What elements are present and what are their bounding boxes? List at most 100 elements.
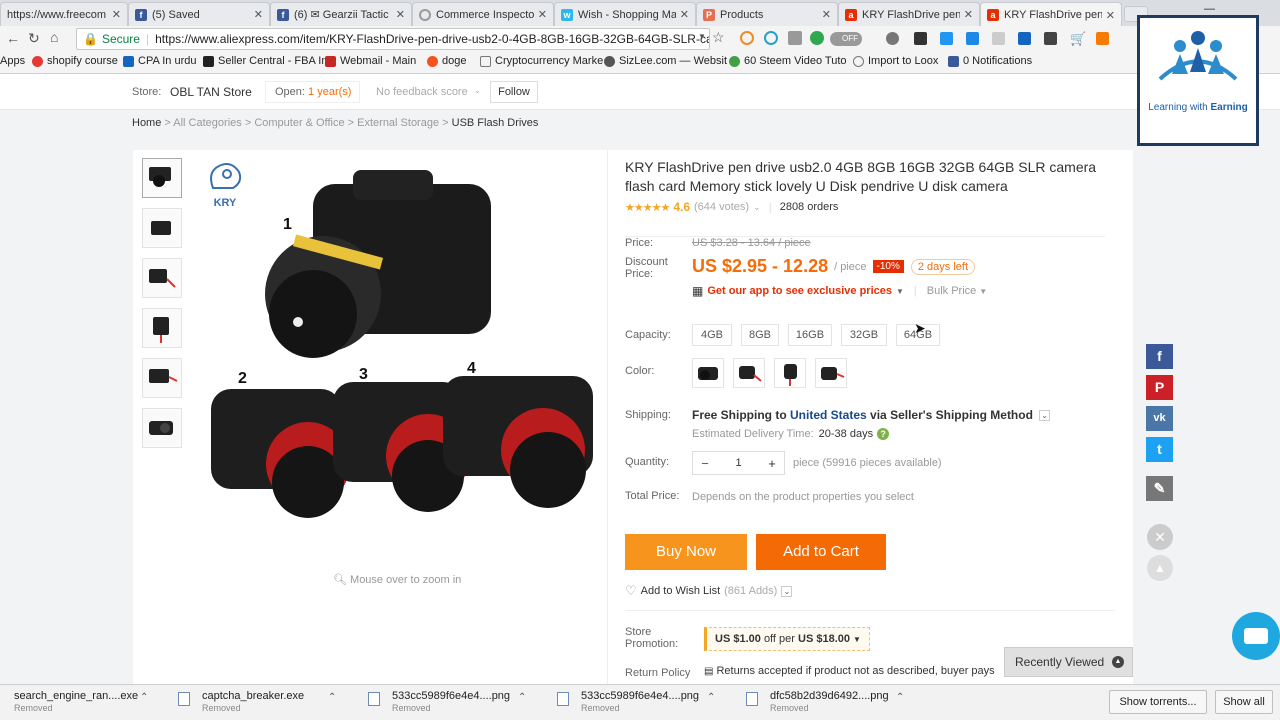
chevron-up-icon[interactable]: ⌃ [140,692,148,703]
buy-now-button[interactable]: Buy Now [625,534,747,570]
bookmark-item[interactable]: shopify course [32,55,118,67]
star-icon[interactable]: ☆ [712,29,725,46]
download-item[interactable]: 533cc5989f6e4e4....png Removed ⌃ [557,689,735,717]
thumbnail[interactable] [142,258,182,298]
thumbnail[interactable] [142,308,182,348]
browser-tab[interactable]: P Products ✕ [696,2,838,26]
vk-share-icon[interactable]: vk [1146,406,1173,431]
download-item[interactable]: 533cc5989f6e4e4....png Removed ⌃ [368,689,546,717]
browser-tab[interactable]: f (5) Saved ✕ [128,2,270,26]
browser-tab[interactable]: w Wish - Shopping Ma ✕ [554,2,696,26]
close-tab-icon[interactable]: ✕ [254,8,263,21]
breadcrumb-item[interactable]: All Categories [173,117,241,129]
bookmark-item[interactable]: doge [427,55,466,67]
browser-tab[interactable]: https://www.freecom ✕ [0,2,128,26]
thumbnail[interactable] [142,408,182,448]
show-all-button[interactable]: Show all [1215,690,1273,714]
bulk-price-link[interactable]: Bulk Price [927,285,977,297]
scroll-top-icon[interactable]: ▲ [1147,555,1173,581]
help-icon[interactable]: ? [877,428,890,440]
store-name[interactable]: OBL TAN Store [170,85,252,99]
shipping-country[interactable]: United States [790,408,867,422]
increment-button[interactable]: + [760,456,784,471]
minimize-icon[interactable]: — [1204,3,1215,15]
thumbnail[interactable] [142,158,182,198]
add-to-wishlist-link[interactable]: Add to Wish List [641,585,720,597]
votes-count[interactable]: (644 votes) [694,201,749,213]
close-tab-icon[interactable]: ✕ [112,8,121,21]
download-item[interactable]: captcha_breaker.exe Removed ⌃ [178,689,356,717]
twitter-share-icon[interactable]: t [1146,437,1173,462]
app-promo-link[interactable]: Get our app to see exclusive prices [707,285,892,297]
back-icon[interactable]: ← [6,30,20,46]
show-torrents-button[interactable]: Show torrents... [1109,690,1207,714]
quantity-input[interactable]: 1 [717,457,760,469]
bookmark-item[interactable]: 0 Notifications [948,55,1032,67]
breadcrumb-home[interactable]: Home [132,117,161,129]
power-icon[interactable] [810,31,824,45]
headset-icon[interactable] [764,31,778,45]
bookmark-item[interactable]: Import to Loox [853,55,938,67]
follow-button[interactable]: Follow [490,81,538,103]
close-tab-icon[interactable]: ✕ [964,8,973,21]
close-tab-icon[interactable]: ✕ [396,8,405,21]
cart-icon[interactable]: 🛒 [1070,32,1086,45]
extension-icon[interactable] [740,31,754,45]
decrement-button[interactable]: − [693,456,717,471]
chevron-down-icon[interactable]: ⌄ [781,585,793,597]
capacity-option-16gb[interactable]: 16GB [788,324,832,346]
capacity-option-32gb[interactable]: 32GB [841,324,887,346]
store-promotion-badge[interactable]: US $1.00 off per US $18.00 ▼ [704,627,870,651]
close-tab-icon[interactable]: ✕ [538,8,547,21]
bookmark-item[interactable]: 60 Steem Video Tuto [729,55,847,67]
capacity-option-8gb[interactable]: 8GB [741,324,779,346]
bookmark-item[interactable]: CPA In urdu [123,55,197,67]
breadcrumb-current[interactable]: USB Flash Drives [452,117,539,129]
extension-icon[interactable] [966,32,979,45]
extension-icon[interactable] [1096,32,1109,45]
bookmark-item[interactable]: Seller Central - FBA In [203,55,327,67]
extension-icon[interactable] [886,32,899,45]
recently-viewed-tab[interactable]: Recently Viewed ▲ [1004,647,1133,677]
chevron-down-icon[interactable]: ⌄ [1038,409,1050,421]
extension-icon[interactable] [914,32,927,45]
close-icon[interactable]: ✕ [1147,524,1173,550]
color-swatch[interactable] [692,358,724,388]
browser-tab[interactable]: f (6) ✉ Gearzii Tactic ✕ [270,2,412,26]
reload-icon[interactable]: ↻ [28,30,40,47]
download-icon[interactable] [788,31,802,45]
breadcrumb-item[interactable]: Computer & Office [254,117,344,129]
extension-icon[interactable] [992,32,1005,45]
color-swatch[interactable] [733,358,765,388]
color-swatch[interactable] [815,358,847,388]
download-item[interactable]: dfc58b2d39d6492....png Removed ⌃ [746,689,924,717]
bookmark-item[interactable]: SizLee.com — Websit [604,55,727,67]
address-bar[interactable]: 🔒 Secure | https://www.aliexpress.com/it… [76,28,710,50]
bookmark-item[interactable]: Webmail - Main [325,55,416,67]
chevron-up-icon[interactable]: ⌃ [707,692,715,703]
browser-tab[interactable]: Commerce Inspector ✕ [412,2,554,26]
extension-icon[interactable] [1044,32,1057,45]
pinterest-share-icon[interactable]: P [1146,375,1173,400]
extension-icon[interactable] [1018,32,1031,45]
bookmark-item[interactable]: Cryptocurrency Marke [480,55,603,67]
breadcrumb-item[interactable]: External Storage [357,117,439,129]
edit-icon[interactable]: ✎ [1146,476,1173,501]
thumbnail[interactable] [142,358,182,398]
facebook-share-icon[interactable]: f [1146,344,1173,369]
add-to-cart-button[interactable]: Add to Cart [756,534,886,570]
toggle-switch[interactable]: OFF [830,32,862,46]
bookmark-apps[interactable]: Apps [0,55,25,67]
close-tab-icon[interactable]: ✕ [822,8,831,21]
dropdown-icon[interactable]: ▼ [698,32,706,41]
thumbnail[interactable] [142,208,182,248]
main-product-image[interactable]: 1 2 3 4 [203,164,603,544]
download-item[interactable]: search_engine_ran....exe Removed ⌃ [0,689,178,717]
home-icon[interactable]: ⌂ [50,29,58,45]
close-tab-icon[interactable]: ✕ [680,8,689,21]
chevron-up-icon[interactable]: ⌃ [896,692,904,703]
feedback-score[interactable]: No feedback score [376,86,468,98]
browser-tab[interactable]: a KRY FlashDrive pen ✕ [838,2,980,26]
close-tab-icon[interactable]: ✕ [1106,9,1115,22]
capacity-option-4gb[interactable]: 4GB [692,324,732,346]
